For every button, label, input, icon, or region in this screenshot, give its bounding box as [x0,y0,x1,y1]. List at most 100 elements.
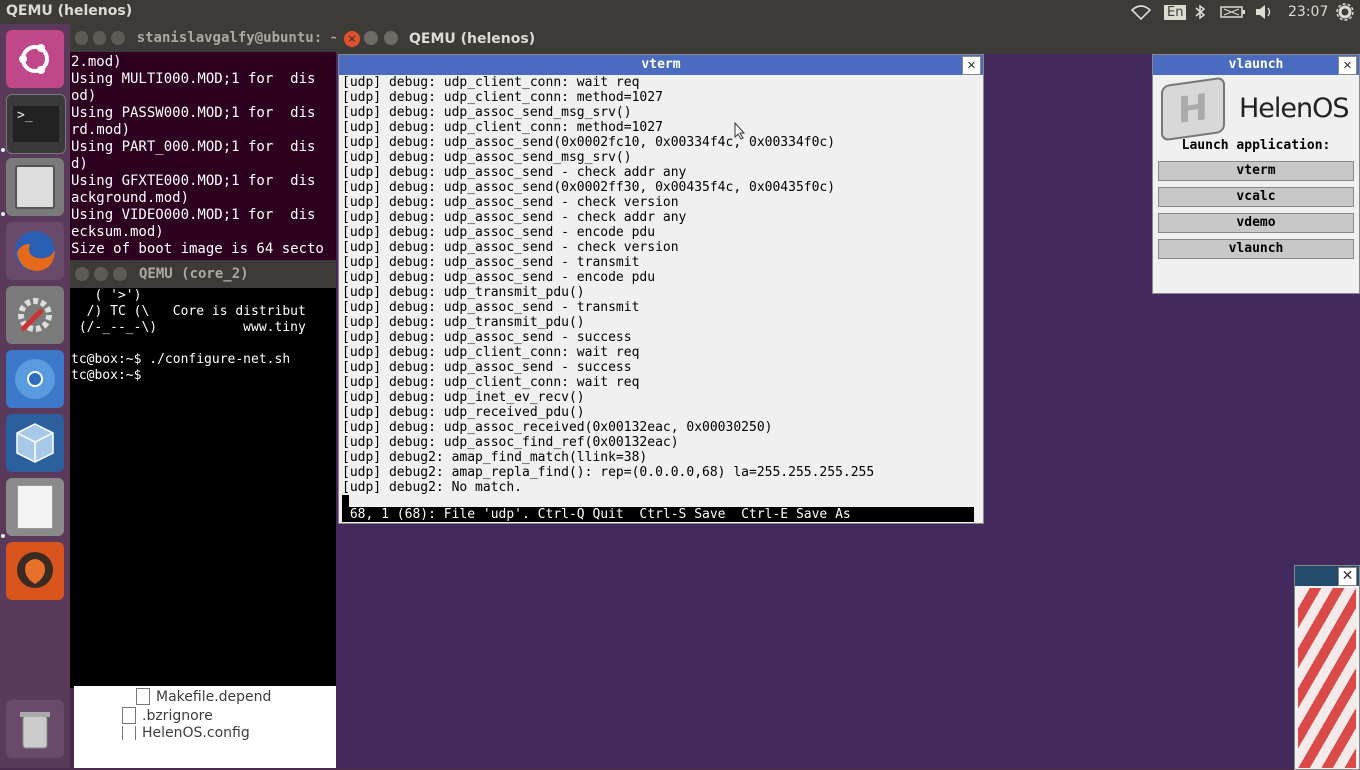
stripe-pattern [1298,588,1356,768]
minimize-button[interactable] [93,31,107,45]
close-button[interactable] [75,31,89,45]
minimize-button[interactable] [364,31,378,45]
vterm-line: [udp] debug: udp_assoc_send - success [342,360,632,375]
vterm-line: [udp] debug: udp_assoc_send - check vers… [342,195,679,210]
file-manager-fragment: Makefile.depend .bzrignore HelenOS.confi… [74,686,336,768]
helenos-logo-text: HelenOS [1239,93,1350,124]
file-item[interactable]: Makefile.depend [136,688,271,705]
terminal-line: Using MULTI000.MOD;1 for dis [71,71,316,87]
launch-vlaunch-button[interactable]: vlaunch [1158,239,1354,259]
terminal-line: (/-_--_-\) www.tiny [71,320,306,335]
launcher: >_ [0,24,70,768]
terminal-1-output: 2.mod) Using MULTI000.MOD;1 for dis od) … [70,54,336,258]
terminal-line: ( '>') [71,288,142,303]
maximize-button[interactable] [113,267,127,281]
terminal-1-title: stanislavgalfy@ubuntu: ~/ [136,29,336,46]
text-editor-icon[interactable] [6,478,64,536]
terminal-line: d) [71,156,88,172]
stripe-demo-close-button[interactable]: ✕ [1338,567,1357,586]
vterm-line: [udp] debug: udp_client_conn: wait req [342,75,640,90]
maximize-button[interactable] [384,31,398,45]
vterm-line: [udp] debug: udp_assoc_find_ref(0x00132e… [342,435,679,450]
qemu-helenos-titlebar[interactable]: × QEMU (helenos) [336,24,1360,54]
vterm-close-button[interactable]: ✕ [962,56,981,75]
virtualbox-icon[interactable] [6,414,64,472]
terminal-line: rd.mod) [71,122,131,138]
close-button[interactable] [75,267,89,281]
terminal-line: Using VIDEO000.MOD;1 for dis [71,207,316,223]
firefox-icon[interactable] [6,222,64,280]
wifi-icon[interactable] [1130,0,1152,24]
launch-vcalc-button[interactable]: vcalc [1158,187,1354,207]
qemu-core2-window[interactable]: QEMU (core_2) ( '>') /) TC (\ Core is di… [70,260,336,688]
vterm-line: [udp] debug: udp_assoc_send - transmit [342,255,640,270]
vterm-line: [udp] debug: udp_assoc_send - success [342,330,632,345]
launch-vdemo-button[interactable]: vdemo [1158,213,1354,233]
chromium-icon[interactable] [6,350,64,408]
bluetooth-icon[interactable] [1194,0,1206,24]
terminal-line: Using GFXTE000.MOD;1 for dis [71,173,316,189]
launch-vterm-button[interactable]: vterm [1158,161,1354,181]
top-panel: QEMU (helenos) En 23:07 [0,0,1360,24]
vterm-line: [udp] debug: udp_inet_ev_recv() [342,390,585,405]
vterm-line: [udp] debug: udp_assoc_send - encode pdu [342,270,656,285]
active-window-title: QEMU (helenos) [6,3,133,19]
vterm-line: [udp] debug: udp_assoc_send - check addr… [342,165,687,180]
ubuntu-dash-icon[interactable] [6,30,64,88]
terminal-icon[interactable]: >_ [6,94,66,154]
terminal-line: 2.mod) [71,54,122,70]
terminal-window-1[interactable]: stanislavgalfy@ubuntu: ~/ 2.mod) Using M… [70,24,336,264]
vterm-titlebar[interactable]: vterm ✕ [339,55,983,75]
terminal-line: ecksum.mod) [71,224,164,240]
session-gear-icon[interactable] [1336,0,1354,24]
vterm-line: [udp] debug: udp_assoc_send_msg_srv() [342,105,632,120]
vterm-line: [udp] debug: udp_transmit_pdu() [342,285,585,300]
vterm-status-bar: 68, 1 (68): File 'udp'. Ctrl-Q Quit Ctrl… [342,507,974,522]
vlaunch-title: vlaunch [1228,57,1284,72]
terminal-line: Using PART_000.MOD;1 for dis [71,139,316,155]
clock[interactable]: 23:07 [1288,0,1328,24]
vterm-line: [udp] debug: udp_assoc_send(0x0002fc10, … [342,135,836,150]
vterm-line: [udp] debug: udp_client_conn: wait req [342,375,640,390]
file-item[interactable]: HelenOS.config [122,726,250,740]
vlaunch-close-button[interactable]: ✕ [1338,56,1357,75]
vterm-window[interactable]: vterm ✕ [udp] debug: udp_client_conn: wa… [338,54,984,524]
qemu-core2-output: ( '>') /) TC (\ Core is distribut (/-_--… [70,288,336,384]
settings-icon[interactable] [6,286,64,344]
mouse-pointer-icon [734,122,746,140]
terminal-line: od) [71,88,97,104]
trash-icon[interactable] [6,700,64,758]
qemu-helenos-title: QEMU (helenos) [409,31,536,47]
launch-prompt: Launch application: [1181,138,1331,153]
vlaunch-titlebar[interactable]: vlaunch ✕ [1153,55,1359,75]
stripe-demo-titlebar[interactable]: ✕ [1295,566,1359,586]
terminal-line: ackground.mod) [71,190,190,206]
vlaunch-window[interactable]: vlaunch ✕ H HelenOS Launch application: … [1152,54,1360,294]
vterm-line: [udp] debug2: amap_repla_find(): rep=(0.… [342,465,875,480]
qemu-helenos-window[interactable]: × QEMU (helenos) vterm ✕ [udp] debug: ud… [336,24,1360,770]
stripe-demo-window[interactable]: ✕ [1294,565,1360,770]
vterm-output[interactable]: [udp] debug: udp_client_conn: wait req [… [339,75,983,510]
terminal-line: Using PASSW000.MOD;1 for dis [71,105,316,121]
maximize-button[interactable] [111,31,125,45]
file-item[interactable]: .bzrignore [122,707,213,724]
qemu-core2-titlebar[interactable]: QEMU (core_2) [70,260,336,288]
vterm-line: [udp] debug: udp_assoc_received(0x00132e… [342,420,773,435]
terminal-line: tc@box:~$ ./configure-net.sh [71,352,291,367]
vterm-line: [udp] debug: udp_assoc_send_msg_srv() [342,150,632,165]
volume-icon[interactable] [1254,0,1274,24]
vterm-line: [udp] debug: udp_assoc_send(0x0002ff30, … [342,180,836,195]
terminal-line: tc@box:~$ [71,368,142,383]
keyboard-layout-indicator[interactable]: En [1164,0,1187,24]
vterm-line: [udp] debug2: amap_find_match(llink=38) [342,450,648,465]
terminal-line: /) TC (\ Core is distribut [71,304,306,319]
vterm-line: [udp] debug: udp_assoc_send - check vers… [342,240,679,255]
battery-icon[interactable] [1220,0,1246,24]
terminal-line: Size of boot image is 64 secto [71,241,324,257]
minimize-button[interactable] [94,267,108,281]
qemu-icon[interactable] [6,542,64,600]
close-button[interactable]: × [344,31,360,47]
terminal-1-titlebar[interactable]: stanislavgalfy@ubuntu: ~/ [70,24,336,52]
files-icon[interactable] [6,158,64,216]
